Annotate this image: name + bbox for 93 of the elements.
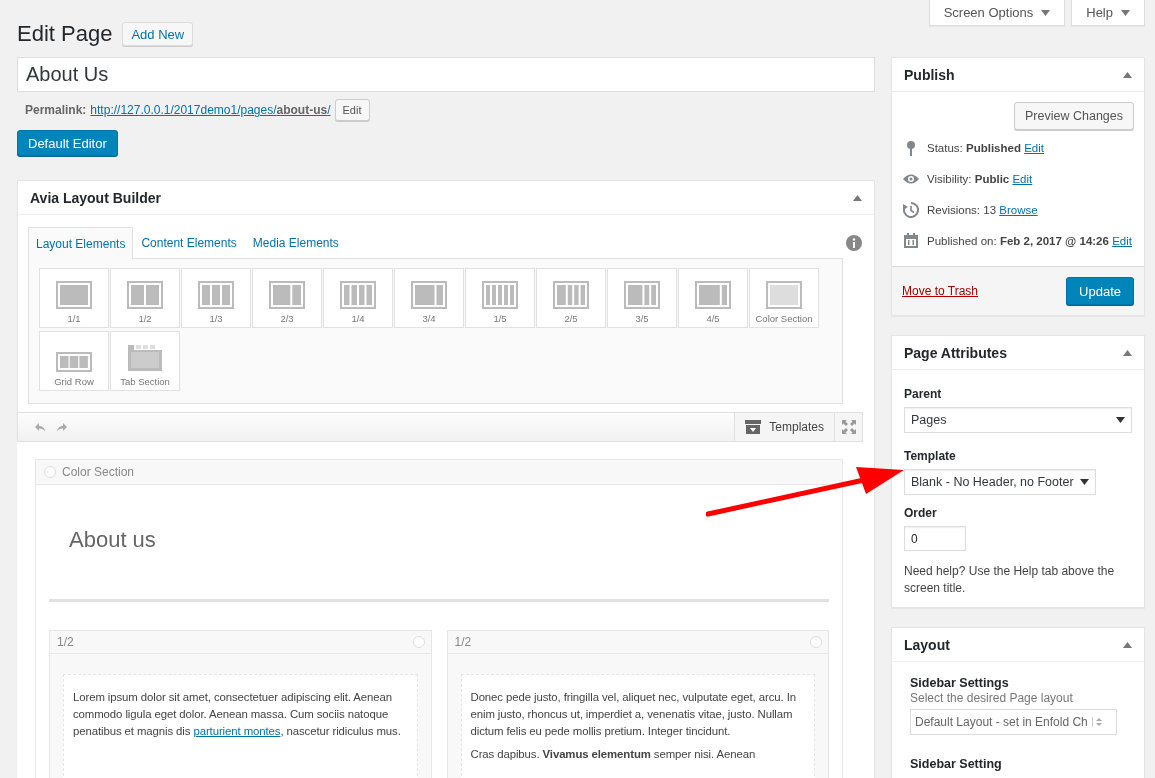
publish-action-link[interactable]: Edit (1024, 141, 1044, 154)
layout-element-button[interactable]: 3/4 (394, 268, 464, 328)
permalink-label: Permalink: (25, 103, 87, 117)
circle-icon (44, 466, 56, 478)
layout-element-button[interactable]: 3/5 (607, 268, 677, 328)
templates-button[interactable]: Templates (734, 413, 834, 441)
layout-element-button[interactable]: 1/4 (323, 268, 393, 328)
panel-title: Publish (904, 66, 955, 83)
layout-element-button[interactable]: Color Section (749, 268, 819, 328)
column-label: 1/2 (454, 635, 472, 649)
update-button[interactable]: Update (1066, 277, 1134, 305)
layout-columns-icon (56, 281, 92, 309)
layout-element-button[interactable]: 1/2 (110, 268, 180, 328)
column-label: 1/2 (57, 635, 74, 649)
publish-action-link[interactable]: Edit (1012, 172, 1033, 185)
parent-select[interactable]: Pages (904, 407, 1132, 433)
circle-icon (810, 636, 822, 648)
layout-columns-icon (553, 281, 589, 309)
order-field[interactable]: 0 (904, 526, 966, 551)
setting-description: Select the desired Page layout (910, 691, 1074, 705)
paragraph-text: Donec pede justo, fringilla vel, aliquet nec, vulputate eget, arcu. In enim justo, rhoncus ut, imperdiet a, venenatis vitae, justo. Nullam dictum felis eu pede mollis pretium. Integer tincidunt. (470, 690, 797, 739)
eye-icon (902, 172, 920, 185)
publish-info-text: Published on: Feb 2, 2017 @ 14:26 Edit (927, 234, 1132, 247)
edit-button[interactable]: Edit (334, 99, 370, 121)
builder-tab[interactable]: Media Elements (244, 227, 347, 258)
publish-info-text: Status: Published Edit (927, 141, 1044, 154)
layout-element-button[interactable]: 1/5 (465, 268, 535, 328)
info-icon (846, 234, 862, 251)
history-icon (903, 201, 919, 218)
panel-title: Page Attributes (904, 344, 1007, 361)
setting-title: Sidebar Setting (910, 757, 1003, 771)
layout-element-button[interactable]: 2/5 (536, 268, 606, 328)
panel-title: Avia Layout Builder (30, 189, 161, 206)
collapse-arrow-icon (1123, 641, 1132, 648)
calendar-icon (903, 232, 919, 249)
fullscreen-icon (841, 420, 856, 434)
layout-element-button[interactable]: 1/3 (181, 268, 251, 328)
move-to-trash-link[interactable]: Move to Trash (902, 284, 979, 298)
publish-action-link[interactable]: Edit (1112, 234, 1132, 247)
layout-element-button[interactable]: 2/3 (252, 268, 322, 328)
builder-tab[interactable]: Layout Elements (28, 227, 134, 259)
layout-element-button[interactable]: Tab Section (110, 331, 180, 391)
default-editor-button[interactable]: Default Editor (17, 130, 118, 156)
paragraph-text: Cras dapibus. Vivamus elementum semper nisi. Aenean (470, 747, 757, 762)
layout-columns-icon (624, 281, 660, 309)
setting-title: Sidebar Settings (910, 676, 1010, 690)
section-label: Color Section (62, 465, 135, 479)
layout-columns-icon (269, 281, 305, 309)
layout-columns-icon (411, 281, 447, 309)
publish-info-text: Visibility: Public Edit (927, 172, 1033, 185)
layout-element-button[interactable]: 4/5 (678, 268, 748, 328)
page-heading: Edit Page (17, 21, 113, 47)
circle-icon (412, 636, 425, 648)
preview-changes-button[interactable]: Preview Changes (1014, 102, 1134, 130)
collapse-arrow-icon (1123, 71, 1132, 78)
screen-tab[interactable]: Screen Options (928, 0, 1066, 26)
publish-info-text: Revisions: 13 Browse (927, 203, 1038, 216)
fullscreen-button[interactable] (834, 413, 862, 441)
collapse-arrow-icon (853, 194, 862, 201)
caret-icon (1116, 417, 1125, 423)
layout-columns-icon (198, 281, 234, 309)
paragraph-text: Lorem ipsum dolor sit amet, consectetuer adipiscing elit. Aenean commodo ligula eget dolor. Aenean massa. Cum sociis natoque penatibus et magnis dis parturient montes, nascetur ridiculus mus. (73, 690, 402, 739)
caret-icon (1041, 9, 1051, 16)
pin-icon (905, 139, 917, 156)
publish-action-link[interactable]: Browse (999, 203, 1038, 216)
color-section-icon (766, 281, 802, 309)
collapse-arrow-icon (1123, 349, 1132, 356)
caret-icon (1121, 9, 1130, 16)
layout-columns-icon (695, 281, 731, 309)
template-select[interactable]: Blank - No Header, no Footer (904, 469, 1096, 495)
field-label: Template (904, 449, 957, 463)
sidebar-select[interactable]: Default Layout - set in Enfold Ch (910, 709, 1117, 735)
undo-icon (34, 422, 46, 432)
panel-title: Layout (904, 636, 950, 653)
redo-icon (56, 422, 68, 432)
layout-element-button[interactable]: 1/1 (39, 268, 109, 328)
grid-row-icon (56, 352, 92, 372)
permalink-link[interactable]: http://127.0.0.1/2017demo1/pages/about-us/ (90, 103, 331, 117)
layout-columns-icon (340, 281, 376, 309)
layout-columns-icon (127, 281, 163, 309)
add-new-button[interactable]: Add New (122, 22, 194, 46)
title-field[interactable]: About Us (17, 57, 875, 92)
field-label: Parent (904, 387, 943, 401)
layout-element-button[interactable]: Grid Row (39, 331, 109, 391)
screen-tab[interactable]: Help (1071, 0, 1145, 26)
tab-section-icon (127, 344, 163, 372)
builder-tab[interactable]: Content Elements (133, 227, 245, 258)
caret-icon (1080, 479, 1089, 485)
help-text: Need help? Use the Help tab above the screen title. (904, 563, 1116, 597)
download-box-icon (745, 420, 762, 434)
layout-columns-icon (482, 281, 518, 309)
section-heading: About us (69, 527, 156, 552)
field-label: Order (904, 506, 938, 520)
